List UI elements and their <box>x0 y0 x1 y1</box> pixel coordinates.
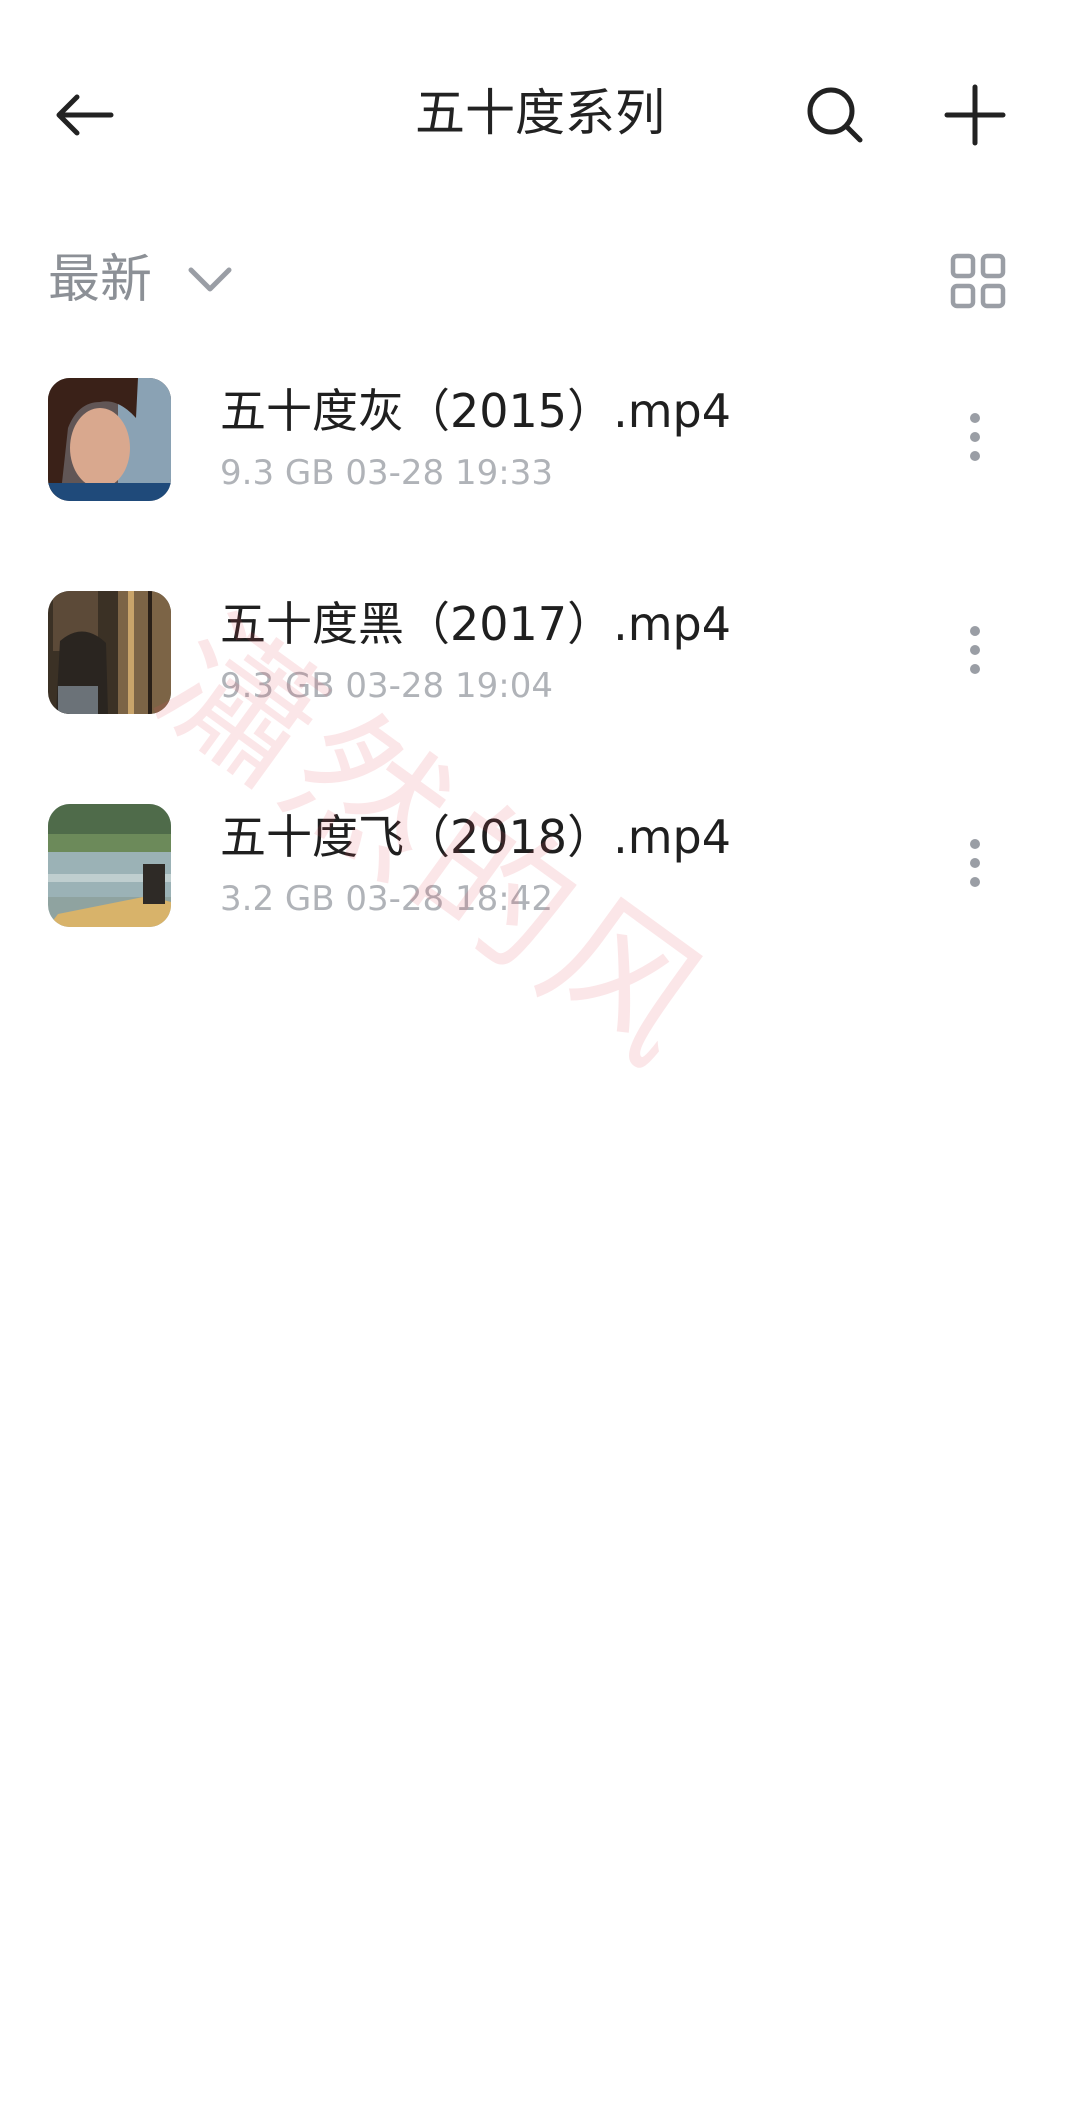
add-button[interactable] <box>930 70 1020 160</box>
file-meta: 3.2 GB 03-28 18:42 <box>220 876 553 922</box>
file-date: 03-28 19:04 <box>345 666 553 706</box>
file-list-item[interactable]: 五十度灰（2015）.mp4 9.3 GB 03-28 19:33 <box>0 370 1080 583</box>
more-options-button[interactable] <box>950 392 1000 482</box>
file-size: 9.3 GB <box>220 666 335 706</box>
sort-order-label: 最新 <box>48 250 153 310</box>
file-meta: 9.3 GB 03-28 19:04 <box>220 663 553 709</box>
sort-bar: 最新 <box>0 235 1080 325</box>
file-size: 9.3 GB <box>220 453 335 493</box>
more-vertical-icon <box>970 626 980 674</box>
more-vertical-icon <box>970 839 980 887</box>
arrow-left-icon <box>56 94 114 136</box>
file-list-item[interactable]: 五十度黑（2017）.mp4 9.3 GB 03-28 19:04 <box>0 583 1080 796</box>
video-thumbnail <box>48 591 171 714</box>
file-size: 3.2 GB <box>220 879 335 919</box>
more-options-button[interactable] <box>950 818 1000 908</box>
search-button[interactable] <box>790 70 880 160</box>
file-date: 03-28 19:33 <box>345 453 553 493</box>
more-options-button[interactable] <box>950 605 1000 695</box>
page-title: 五十度系列 <box>415 84 665 142</box>
chevron-down-icon <box>186 256 234 304</box>
search-icon <box>807 87 863 143</box>
back-button[interactable] <box>40 70 130 160</box>
sort-order-dropdown[interactable]: 最新 <box>48 235 234 325</box>
file-list-item[interactable]: 五十度飞（2018）.mp4 3.2 GB 03-28 18:42 <box>0 796 1080 1009</box>
more-vertical-icon <box>970 413 980 461</box>
file-list: 五十度灰（2015）.mp4 9.3 GB 03-28 19:33 五十度黑（2… <box>0 370 1080 1009</box>
file-folder-screen: 五十度系列 最新 五十度灰（2015）.mp4 9.3 GB 03-28 19:… <box>0 0 1080 2113</box>
video-thumbnail <box>48 378 171 501</box>
file-date: 03-28 18:42 <box>345 879 553 919</box>
file-name: 五十度黑（2017）.mp4 <box>220 597 731 651</box>
file-meta: 9.3 GB 03-28 19:33 <box>220 450 553 496</box>
plus-icon <box>944 84 1006 146</box>
grid-view-toggle-button[interactable] <box>950 253 1006 309</box>
file-name: 五十度飞（2018）.mp4 <box>220 810 731 864</box>
grid-view-icon <box>950 253 1006 309</box>
top-app-bar: 五十度系列 <box>0 0 1080 230</box>
video-thumbnail <box>48 804 171 927</box>
file-name: 五十度灰（2015）.mp4 <box>220 384 731 438</box>
